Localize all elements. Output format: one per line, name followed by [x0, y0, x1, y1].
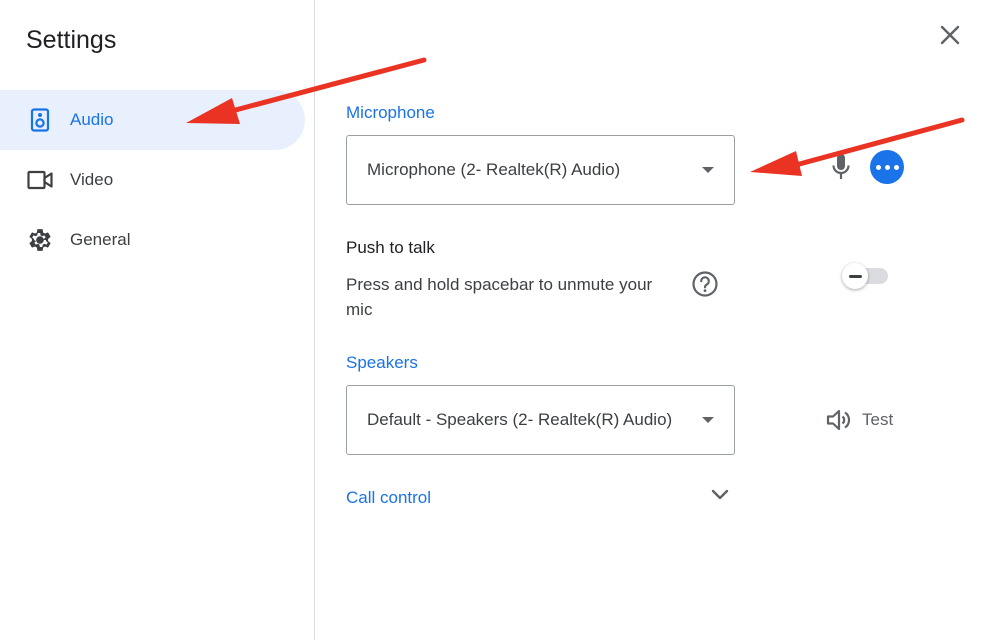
- videocam-icon: [27, 167, 53, 193]
- push-to-talk-toggle[interactable]: [841, 262, 889, 289]
- dot: [884, 164, 890, 170]
- chevron-down-icon[interactable]: [707, 482, 733, 508]
- gear-icon: [27, 227, 53, 253]
- speakers-select[interactable]: Default - Speakers (2- Realtek(R) Audio): [346, 385, 735, 455]
- dot: [875, 164, 881, 170]
- more-horiz-icon[interactable]: [870, 150, 904, 184]
- volume-icon: [826, 408, 852, 432]
- sidebar-item-general[interactable]: General: [0, 210, 305, 270]
- call-control-label[interactable]: Call control: [346, 488, 431, 508]
- speaker-icon: [27, 107, 53, 133]
- toggle-knob: [842, 263, 868, 289]
- help-circle-icon[interactable]: [690, 270, 720, 298]
- speakers-selected-value: Default - Speakers (2- Realtek(R) Audio): [367, 410, 673, 429]
- annotation-arrow: [750, 117, 965, 176]
- close-button[interactable]: [930, 20, 970, 54]
- dropdown-caret-icon: [702, 167, 714, 173]
- sidebar-item-video[interactable]: Video: [0, 150, 305, 210]
- dropdown-caret-icon: [702, 417, 714, 423]
- push-to-talk-description: Press and hold spacebar to unmute your m…: [346, 275, 653, 319]
- settings-sidebar: Settings Audio Video General: [0, 0, 315, 640]
- minus-icon: [848, 274, 862, 278]
- speakers-label: Speakers: [346, 353, 418, 372]
- sidebar-item-label: General: [70, 230, 131, 249]
- test-label: Test: [862, 410, 894, 429]
- close-icon: [939, 24, 961, 51]
- microphone-label: Microphone: [346, 103, 435, 122]
- test-speakers-button[interactable]: Test: [826, 404, 893, 436]
- push-to-talk-title: Push to talk: [346, 238, 435, 257]
- sidebar-item-audio[interactable]: Audio: [0, 90, 305, 150]
- microphone-icon[interactable]: [826, 150, 856, 184]
- microphone-select[interactable]: Microphone (2- Realtek(R) Audio): [346, 135, 735, 205]
- sidebar-item-label: Video: [70, 170, 114, 189]
- microphone-selected-value: Microphone (2- Realtek(R) Audio): [367, 160, 621, 179]
- dialog-title: Settings: [26, 26, 117, 54]
- sidebar-item-label: Audio: [70, 110, 114, 129]
- dot: [893, 164, 899, 170]
